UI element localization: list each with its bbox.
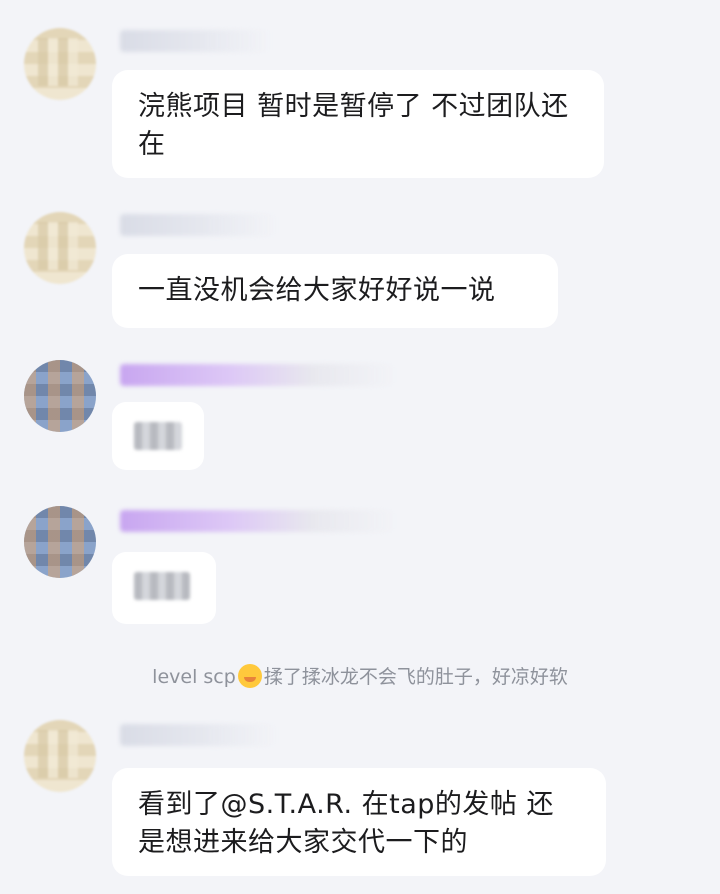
message-text: 一直没机会给大家好好说一说 (138, 275, 496, 306)
avatar[interactable] (24, 28, 96, 100)
notice-action: 揉了揉冰龙不会飞的肚子，好凉好软 (263, 666, 568, 688)
avatar[interactable] (24, 720, 96, 792)
blurred-text (134, 422, 182, 450)
sender-name[interactable] (120, 724, 276, 746)
sender-name[interactable] (120, 364, 396, 386)
notice-user[interactable]: level scp (152, 666, 236, 688)
sender-name[interactable] (120, 510, 396, 532)
pleading-face-emoji-icon (237, 664, 262, 688)
message-bubble[interactable]: 浣熊项目 暂时是暂停了 不过团队还在 (112, 70, 604, 178)
sender-name[interactable] (120, 30, 270, 52)
message-bubble[interactable] (112, 402, 204, 470)
sender-name[interactable] (120, 214, 276, 236)
message-text: 看到了@S.T.A.R. 在tap的发帖 还是想进来给大家交代一下的 (138, 789, 554, 858)
blurred-text (134, 572, 190, 600)
message-bubble[interactable]: 一直没机会给大家好好说一说 (112, 254, 558, 328)
message-text: 浣熊项目 暂时是暂停了 不过团队还在 (138, 91, 569, 160)
message-bubble[interactable] (112, 552, 216, 624)
avatar[interactable] (24, 506, 96, 578)
avatar[interactable] (24, 360, 96, 432)
avatar[interactable] (24, 212, 96, 284)
message-bubble[interactable]: 看到了@S.T.A.R. 在tap的发帖 还是想进来给大家交代一下的 (112, 768, 606, 876)
system-notice: level scp 揉了揉冰龙不会飞的肚子，好凉好软 (0, 664, 720, 690)
